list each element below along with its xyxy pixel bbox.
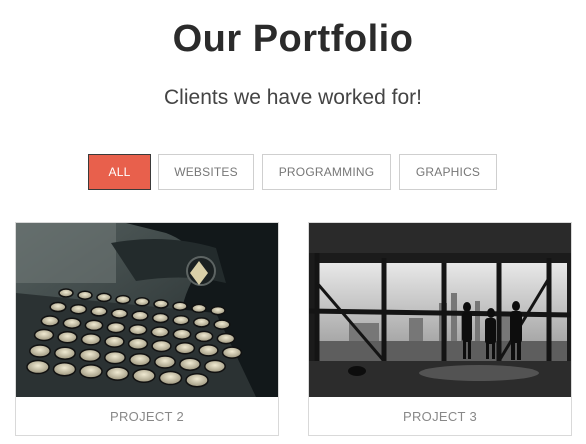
typewriter-key (58, 288, 74, 298)
typewriter-image (16, 223, 278, 397)
portfolio-filter-bar: ALL WEBSITES PROGRAMMING GRAPHICS (0, 154, 586, 190)
typewriter-key (179, 357, 201, 371)
typewriter-key (127, 337, 149, 351)
typewriter-key (150, 326, 170, 338)
typewriter-key (106, 321, 126, 334)
filter-all-button[interactable]: ALL (88, 154, 151, 190)
typewriter-key (54, 346, 76, 360)
typewriter-key (198, 344, 219, 357)
typewriter-key (153, 299, 169, 309)
typewriter-key (151, 339, 172, 353)
typewriter-key (172, 328, 192, 340)
project-2-label: PROJECT 2 (110, 409, 184, 424)
typewriter-key (192, 317, 211, 328)
typewriter-key (110, 308, 129, 319)
typewriter-key (79, 364, 103, 379)
project-3-label: PROJECT 3 (403, 409, 477, 424)
city-window-image (309, 223, 571, 397)
typewriter-key (172, 314, 190, 326)
typewriter-key (158, 370, 183, 386)
typewriter-key (191, 303, 207, 314)
typewriter-key (216, 332, 236, 345)
typewriter-key (154, 355, 176, 369)
typewriter-key (128, 324, 148, 336)
project-2-image[interactable] (16, 223, 278, 397)
typewriter-key (77, 290, 93, 300)
typewriter-key (132, 368, 156, 384)
typewriter-key (204, 359, 226, 374)
filter-graphics-button[interactable]: GRAPHICS (399, 154, 497, 190)
typewriter-key (104, 335, 125, 348)
typewriter-key (29, 344, 51, 358)
filter-programming-button[interactable]: PROGRAMMING (262, 154, 391, 190)
typewriter-key (49, 301, 67, 313)
typewriter-key (105, 366, 130, 381)
typewriter-key (80, 333, 102, 346)
typewriter-key (62, 317, 82, 329)
typewriter-key (90, 306, 108, 317)
page-subtitle: Clients we have worked for! (164, 86, 422, 109)
typewriter-key (33, 328, 55, 342)
typewriter-key (79, 348, 101, 363)
project-3-image[interactable] (309, 223, 571, 397)
typewriter-key (194, 330, 214, 343)
typewriter-key (172, 301, 188, 311)
typewriter-key (151, 312, 170, 324)
typewriter-key (210, 305, 226, 316)
typewriter-key (174, 341, 196, 355)
filter-websites-button[interactable]: WEBSITES (158, 154, 254, 190)
typewriter-key (131, 310, 149, 322)
typewriter-key (104, 350, 126, 365)
typewriter-key (57, 330, 78, 344)
project-card-2[interactable]: PROJECT 2 (15, 222, 279, 436)
typewriter-key (115, 294, 131, 305)
project-card-3[interactable]: PROJECT 3 (308, 222, 572, 436)
typewriter-key (221, 346, 243, 359)
typewriter-key (134, 297, 150, 307)
typewriter-key (52, 361, 77, 377)
typewriter-key (213, 319, 231, 330)
typewriter-key (129, 353, 151, 367)
page-title: Our Portfolio (172, 18, 414, 60)
typewriter-key (185, 372, 209, 388)
typewriter-key (26, 359, 50, 375)
typewriter-key (69, 303, 88, 315)
typewriter-key (96, 292, 112, 303)
typewriter-key (40, 315, 60, 327)
typewriter-key (84, 319, 104, 332)
